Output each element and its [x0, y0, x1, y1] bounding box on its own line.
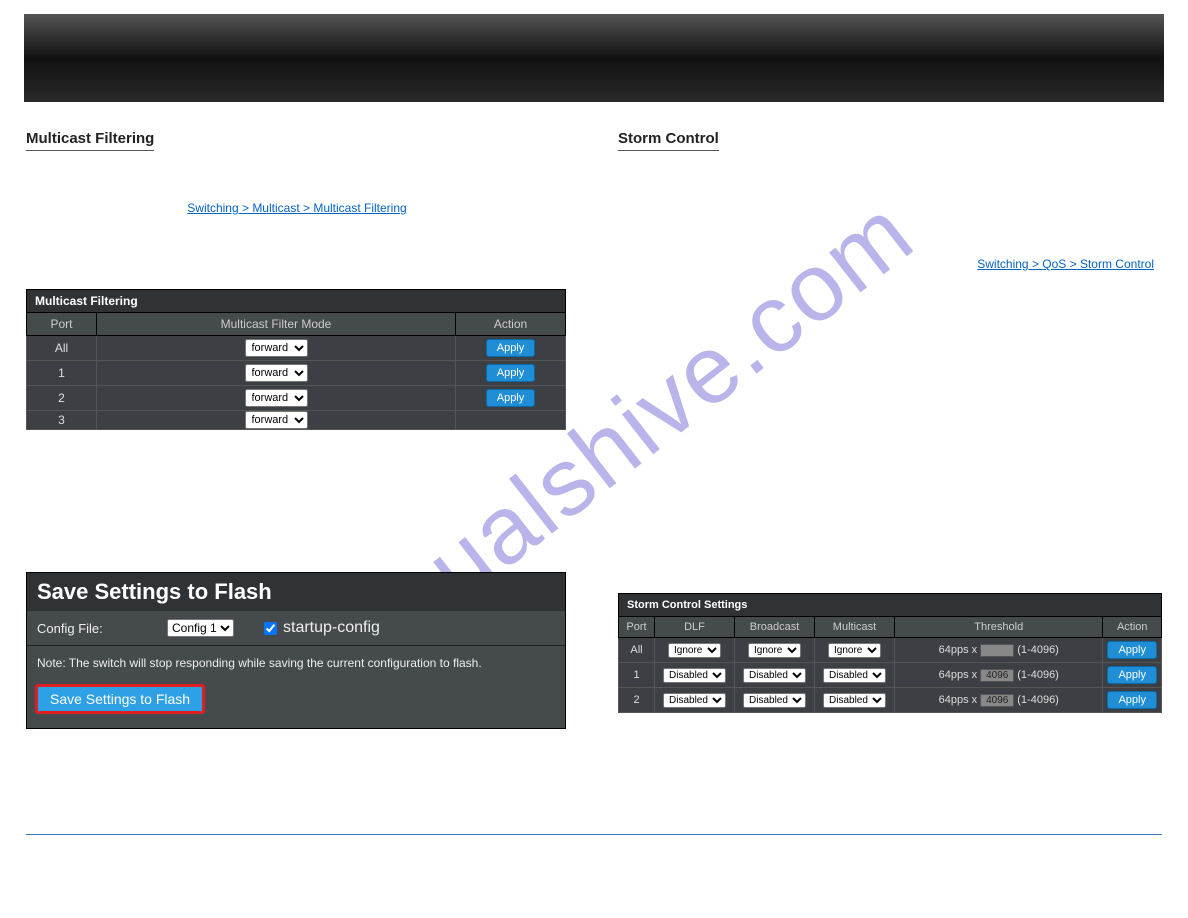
- table-row: 1 Disabled Disabled Disabled 64pps x (1-…: [619, 663, 1162, 688]
- mf-port: 3: [27, 411, 97, 430]
- mf-table-title: Multicast Filtering: [27, 290, 566, 313]
- mf-port: 2: [27, 386, 97, 411]
- sc-broadcast-select[interactable]: Ignore: [748, 643, 801, 658]
- sc-port: All: [619, 638, 655, 663]
- startup-config-checkbox[interactable]: [264, 622, 277, 635]
- save-settings-panel: Save Settings to Flash Config File: Conf…: [26, 572, 566, 729]
- sc-table-title: Storm Control Settings: [619, 594, 1162, 617]
- table-row: All Ignore Ignore Ignore 64pps x (1-4096…: [619, 638, 1162, 663]
- table-row: All forward Apply: [27, 336, 566, 361]
- sc-broadcast-select[interactable]: Disabled: [743, 693, 806, 708]
- table-row: 2 Disabled Disabled Disabled 64pps x (1-…: [619, 688, 1162, 713]
- mf-mode-select[interactable]: forward: [245, 389, 308, 407]
- table-row: 1 forward Apply: [27, 361, 566, 386]
- sc-header-port: Port: [619, 617, 655, 638]
- apply-button[interactable]: Apply: [1107, 641, 1157, 659]
- threshold-prefix: 64pps x: [939, 669, 978, 681]
- sc-port: 2: [619, 688, 655, 713]
- apply-button[interactable]: Apply: [486, 364, 536, 382]
- mf-header-mode: Multicast Filter Mode: [97, 313, 456, 336]
- threshold-input[interactable]: [980, 694, 1014, 707]
- sc-multicast-select[interactable]: Ignore: [828, 643, 881, 658]
- threshold-range: (1-4096): [1017, 669, 1059, 681]
- storm-control-table: Storm Control Settings Port DLF Broadcas…: [618, 593, 1162, 713]
- sc-dlf-select[interactable]: Ignore: [668, 643, 721, 658]
- sc-multicast-select[interactable]: Disabled: [823, 693, 886, 708]
- apply-button[interactable]: Apply: [486, 389, 536, 407]
- sc-header-action: Action: [1103, 617, 1162, 638]
- mf-mode-select[interactable]: forward: [245, 411, 308, 429]
- table-row: 3 forward Apply: [27, 411, 566, 430]
- threshold-prefix: 64pps x: [939, 694, 978, 706]
- flash-panel-title: Save Settings to Flash: [27, 573, 565, 611]
- apply-button[interactable]: Apply: [1107, 666, 1157, 684]
- threshold-range: (1-4096): [1017, 644, 1059, 656]
- footer-divider: [26, 834, 1162, 835]
- config-file-label: Config File:: [37, 621, 137, 636]
- mf-mode-select[interactable]: forward: [245, 339, 308, 357]
- save-settings-button[interactable]: Save Settings to Flash: [35, 684, 205, 714]
- mf-header-port: Port: [27, 313, 97, 336]
- section-title-left: Multicast Filtering: [26, 130, 154, 151]
- page-banner: [24, 14, 1164, 102]
- section-title-right: Storm Control: [618, 130, 719, 151]
- sc-header-broadcast: Broadcast: [735, 617, 815, 638]
- sc-multicast-select[interactable]: Disabled: [823, 668, 886, 683]
- sc-header-dlf: DLF: [655, 617, 735, 638]
- threshold-prefix: 64pps x: [939, 644, 978, 656]
- mf-mode-select[interactable]: forward: [245, 364, 308, 382]
- multicast-filtering-table: Multicast Filtering Port Multicast Filte…: [26, 289, 566, 430]
- sc-broadcast-select[interactable]: Disabled: [743, 668, 806, 683]
- flash-note: Note: The switch will stop responding wh…: [27, 646, 565, 684]
- apply-button[interactable]: Apply: [486, 339, 536, 357]
- sc-dlf-select[interactable]: Disabled: [663, 668, 726, 683]
- sc-header-threshold: Threshold: [895, 617, 1103, 638]
- config-file-select[interactable]: Config 1: [167, 619, 234, 637]
- sc-dlf-select[interactable]: Disabled: [663, 693, 726, 708]
- threshold-input[interactable]: [980, 644, 1014, 657]
- sc-header-multicast: Multicast: [815, 617, 895, 638]
- table-row: 2 forward Apply: [27, 386, 566, 411]
- mf-header-action: Action: [456, 313, 566, 336]
- mf-port: All: [27, 336, 97, 361]
- threshold-input[interactable]: [980, 669, 1014, 682]
- sc-port: 1: [619, 663, 655, 688]
- nav-path-right[interactable]: Switching > QoS > Storm Control: [977, 257, 1154, 271]
- apply-button[interactable]: Apply: [1107, 691, 1157, 709]
- threshold-range: (1-4096): [1017, 694, 1059, 706]
- startup-config-label: startup-config: [283, 619, 380, 637]
- nav-path-left[interactable]: Switching > Multicast > Multicast Filter…: [187, 201, 406, 215]
- mf-port: 1: [27, 361, 97, 386]
